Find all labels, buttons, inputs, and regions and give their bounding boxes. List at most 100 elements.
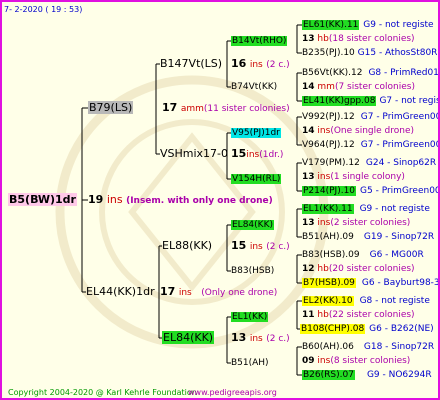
l2b-number: 13 (231, 331, 247, 344)
p6-name: B83(HSB) (231, 266, 275, 276)
p4-bot-name: P214(PJ).10 (302, 186, 357, 196)
p2-mid-row: 14 mm(7 sister colonies) (302, 81, 415, 93)
l2a-name: EL88(KK) (162, 239, 213, 252)
l2b-info: 13 ins (2 c.) (231, 331, 290, 346)
l2b-name: EL84(KK) (162, 331, 215, 344)
p8-number: 09 (302, 356, 315, 366)
p6-ins: hb (317, 264, 329, 274)
p2-bot-info: G7 - not registe (379, 96, 440, 106)
p7-ins: hb (317, 310, 329, 320)
p4-node[interactable]: V154H(RL) (231, 173, 282, 185)
p6-bot-row[interactable]: B7(HSB).09 G6 - Bayburt98-3 (302, 277, 440, 289)
l1-number: 17 (162, 101, 178, 114)
p8-ins: ins (317, 356, 331, 366)
p2-node[interactable]: B74Vt(KK) (231, 81, 277, 93)
p6-node[interactable]: B83(HSB) (231, 265, 274, 277)
p2-bot-name: EL41(KK)gpp.08 (302, 96, 377, 106)
p1-number: 13 (302, 34, 315, 44)
l1-note: (11 sister colonies) (203, 104, 290, 114)
p2-ins: mm (317, 82, 335, 92)
p3-number: 14 (302, 126, 315, 136)
p3-node[interactable]: V95(PJ)1dr (231, 127, 281, 139)
p3-note: (One single drone) (330, 126, 414, 136)
p5-node[interactable]: EL84(KK) (231, 219, 274, 231)
p1-top-name: EL61(KK).11 (302, 20, 360, 30)
p6-note: (20 sister colonies) (328, 264, 415, 274)
p3-bot-row[interactable]: V964(PJ).12 G7 - PrimGreen00 (302, 139, 438, 151)
p7-bot-row[interactable]: B108(CHP).08 G6 - B262(NE) (300, 323, 434, 335)
p3-top-row[interactable]: V992(PJ).12 G7 - PrimGreen00 (302, 111, 438, 123)
l2-number: 17 (160, 285, 176, 298)
l1b-note: (1dr.) (259, 150, 284, 160)
p6-bot-info: G6 - Bayburt98-3 (361, 278, 440, 288)
pedigree-frame: 7- 2-2020 ( 19 : 53) B5(BW)1dr 19 ins (I… (0, 0, 440, 400)
p8-top-row[interactable]: B60(AH).06 G18 - Sinop72R (302, 341, 434, 353)
p7-top-row[interactable]: EL2(KK).10 G8 - not registe (302, 295, 430, 307)
p7-name: EL1(KK) (231, 312, 269, 322)
p1-top-row[interactable]: EL61(KK).11 G9 - not registe (302, 19, 434, 31)
p1-top-info: G9 - not registe (363, 20, 434, 30)
l2-note: (Only one drone) (201, 288, 278, 298)
l1b-ins: ins (246, 150, 260, 160)
root-note: (Insem. with only one drone) (126, 196, 273, 206)
l1-node[interactable]: B79(LS) (88, 101, 134, 115)
footer-copyright: Copyright 2004-2020 @ Karl Kehrle Founda… (8, 388, 197, 397)
root-name: B5(BW)1dr (8, 193, 77, 206)
p5-top-row[interactable]: EL1(KK).11 G9 - not registe (302, 203, 430, 215)
p8-node[interactable]: B51(AH) (231, 357, 269, 369)
p7-node[interactable]: EL1(KK) (231, 311, 269, 323)
l2a-note: (2 c.) (266, 242, 290, 252)
l1-name: B79(LS) (88, 101, 134, 114)
l1a-name: B147Vt(LS) (160, 57, 223, 70)
footer-url[interactable]: www.pedigreeapis.org (188, 387, 277, 398)
l2a-ins: ins (249, 242, 263, 252)
p5-mid-row: 13 ins(2 sister colonies) (302, 217, 410, 229)
p7-top-name: EL2(KK).10 (302, 296, 354, 306)
p5-name: EL84(KK) (231, 220, 274, 230)
p3-top-name: V992(PJ).12 (302, 112, 355, 122)
l1b-node[interactable]: VSHmix17-0 (160, 147, 228, 161)
p3-ins: ins (317, 126, 331, 136)
p7-bot-info: G6 - B262(NE) (369, 324, 434, 334)
p4-top-name: V179(PM).12 (302, 158, 360, 168)
p1-name: B14Vt(RHO) (231, 36, 288, 46)
p8-top-info: G18 - Sinop72R (363, 342, 435, 352)
p8-top-name: B60(AH).06 (302, 342, 354, 352)
p8-mid-row: 09 ins(8 sister colonies) (302, 355, 410, 367)
p1-bot-name: B235(PJ).10 (302, 48, 355, 58)
l2-node[interactable]: EL44(KK)1dr (86, 285, 155, 299)
p4-note: (1 single colony) (330, 172, 405, 182)
p5-bot-info: G19 - Sinop72R (363, 232, 435, 242)
p2-top-row[interactable]: B56Vt(KK).12 G8 - PrimRed01 (302, 67, 439, 79)
p5-bot-row[interactable]: B51(AH).09 G19 - Sinop72R (302, 231, 434, 243)
l2a-node[interactable]: EL88(KK) (162, 239, 212, 253)
p6-number: 12 (302, 264, 315, 274)
l1a-ins: ins (249, 60, 263, 70)
l2b-node[interactable]: EL84(KK) (162, 331, 215, 345)
root-info: 19 ins (Insem. with only one drone) (88, 193, 273, 208)
p1-node[interactable]: B14Vt(RHO) (231, 35, 288, 47)
p6-top-row[interactable]: B83(HSB).09 G6 - MG00R (302, 249, 424, 261)
p6-bot-name: B7(HSB).09 (302, 278, 356, 288)
p6-top-info: G6 - MG00R (369, 250, 424, 260)
root-number: 19 (88, 193, 104, 206)
l1-ins: amm (180, 104, 204, 114)
p2-top-info: G8 - PrimRed01 (368, 68, 439, 78)
p4-top-info: G24 - Sinop62R (365, 158, 437, 168)
p2-bot-row[interactable]: EL41(KK)gpp.08G7 - not registe (302, 95, 440, 107)
p7-bot-name: B108(CHP).08 (300, 324, 366, 334)
l2b-note: (2 c.) (266, 334, 290, 344)
p8-bot-row[interactable]: B26(RS).07 G9 - NO6294R (302, 369, 432, 381)
p4-name: V154H(RL) (231, 174, 282, 184)
p3-name: V95(PJ)1dr (231, 128, 281, 138)
p8-name: B51(AH) (231, 358, 269, 368)
p1-bot-info: G15 - AthosSt80R (357, 48, 438, 58)
l1a-node[interactable]: B147Vt(LS) (160, 57, 222, 71)
root-ins: ins (106, 193, 123, 206)
p1-bot-row[interactable]: B235(PJ).10 G15 - AthosSt80R (302, 47, 437, 59)
p4-bot-row[interactable]: P214(PJ).10 G5 - PrimGreen00 (302, 185, 438, 197)
p1-ins: hb (317, 34, 329, 44)
root-node[interactable]: B5(BW)1dr (8, 193, 77, 207)
p8-bot-name: B26(RS).07 (302, 370, 355, 380)
p4-top-row[interactable]: V179(PM).12 G24 - Sinop62R (302, 157, 436, 169)
